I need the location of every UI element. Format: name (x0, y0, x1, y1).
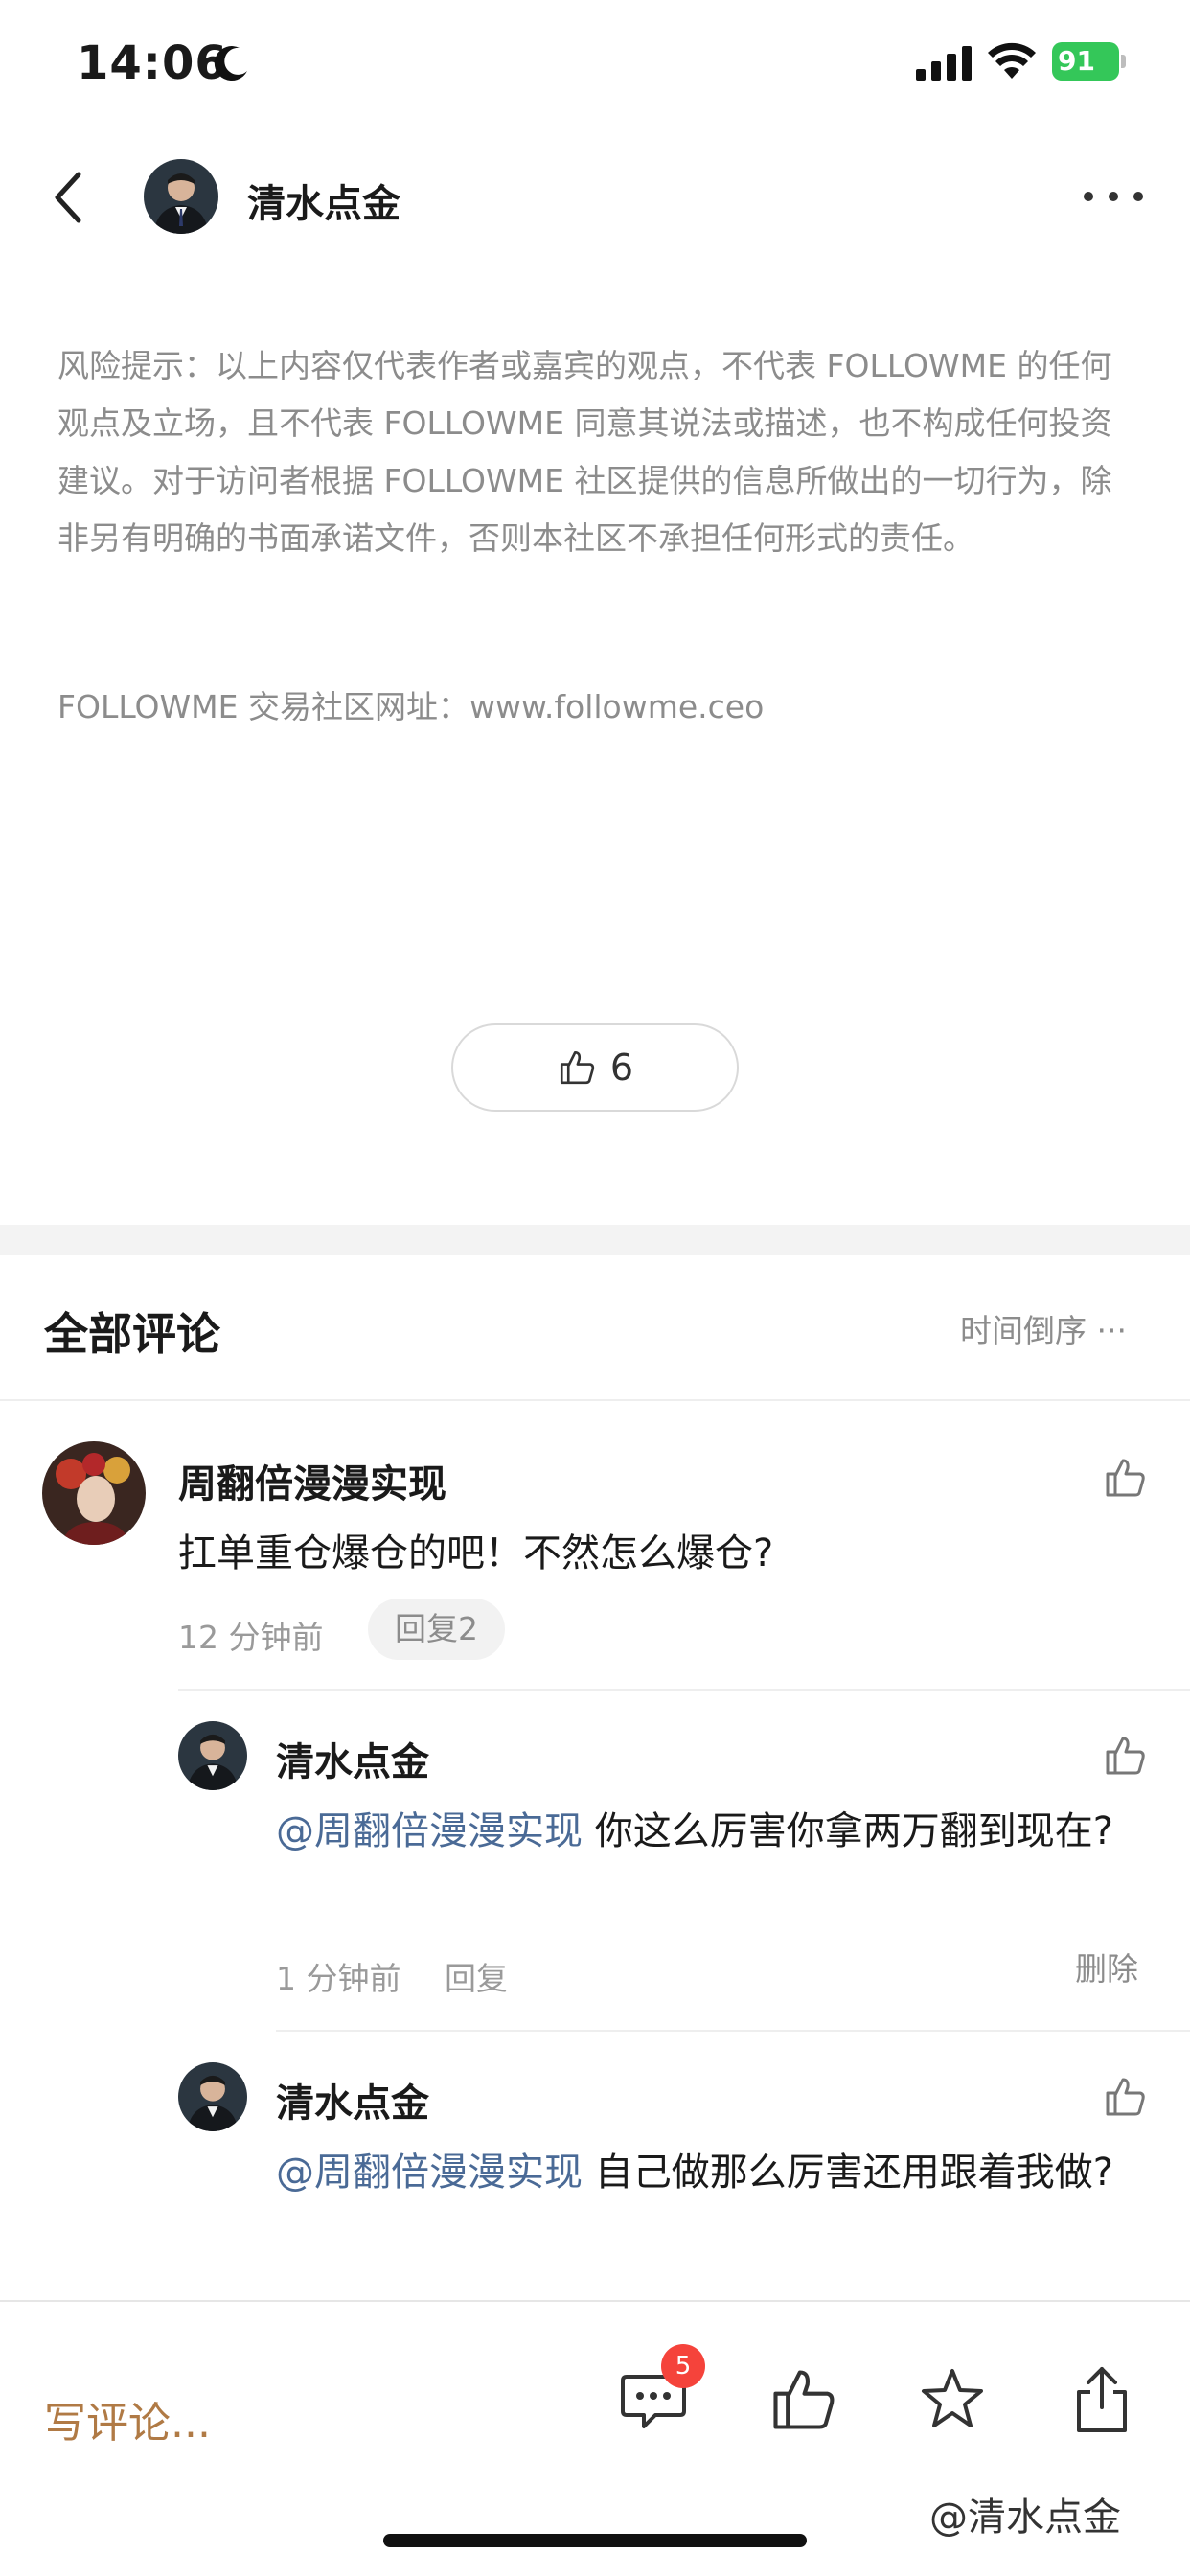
reply-mention[interactable]: @周翻倍漫漫实现 (276, 2150, 583, 2195)
comments-title: 全部评论 (44, 1308, 220, 1360)
comment-time: 12 分钟前 (178, 1619, 324, 1656)
reply-text: @周翻倍漫漫实现 自己做那么厉害还用跟着我做? (276, 2143, 1119, 2202)
comment-count-badge: 5 (661, 2344, 705, 2388)
comment-text: 扛单重仓爆仓的吧！不然怎么爆仓? (178, 1531, 774, 1576)
sort-order-toggle[interactable]: 时间倒序 ··· (960, 1305, 1127, 1351)
article-like-count: 6 (609, 1046, 634, 1089)
commenter-avatar[interactable] (42, 1441, 146, 1545)
comment-like-icon[interactable] (1102, 1455, 1148, 1501)
nav-title[interactable]: 清水点金 (247, 172, 400, 228)
community-url-line: FOLLOWME 交易社区网址：www.followme.ceo (57, 688, 765, 725)
battery-level: 91 (1052, 42, 1119, 80)
reply-text: @周翻倍漫漫实现 你这么厉害你拿两万翻到现在? (276, 1802, 1119, 1861)
status-time: 14:06 (77, 36, 228, 90)
reply-button[interactable]: 回复 (445, 1953, 508, 1999)
comments-header-divider (0, 1399, 1190, 1401)
more-options-icon[interactable] (1077, 172, 1150, 220)
wifi-icon (988, 42, 1036, 79)
reply-like-icon[interactable] (1102, 1733, 1148, 1779)
battery-icon: 91 (1052, 42, 1127, 80)
home-indicator (383, 2534, 807, 2547)
back-arrow-icon[interactable] (42, 169, 100, 226)
delete-button[interactable]: 删除 (1075, 1944, 1138, 1990)
section-divider (0, 1225, 1190, 1255)
reply-divider (178, 1689, 1190, 1690)
author-avatar[interactable] (144, 159, 218, 234)
view-replies-button[interactable]: 回复2 (368, 1598, 505, 1660)
watermark: @清水点金 (929, 2496, 1121, 2540)
reply-avatar[interactable] (178, 2062, 247, 2131)
risk-disclaimer: 风险提示：以上内容仅代表作者或嘉宾的观点，不代表 FOLLOWME 的任何观点及… (57, 347, 1112, 557)
thumbs-up-icon (560, 1050, 595, 1085)
comment-author[interactable]: 周翻倍漫漫实现 (178, 1453, 446, 1508)
share-icon[interactable] (1065, 2363, 1138, 2436)
reply-divider (276, 2030, 1190, 2032)
status-bar: 14:06 91 (0, 0, 1190, 134)
reply-author[interactable]: 清水点金 (276, 2072, 429, 2128)
reply-mention[interactable]: @周翻倍漫漫实现 (276, 1809, 583, 1853)
reply-time: 1 分钟前 (276, 1960, 401, 1997)
moon-icon (214, 46, 247, 81)
reply-like-icon[interactable] (1102, 2074, 1148, 2120)
reply-author[interactable]: 清水点金 (276, 1731, 429, 1786)
write-comment-input[interactable]: 写评论... (44, 2388, 211, 2450)
reply-avatar[interactable] (178, 1721, 247, 1790)
article-like-button[interactable]: 6 (451, 1024, 739, 1112)
thumbs-up-icon[interactable] (767, 2363, 839, 2436)
reply-body: 自己做那么厉害还用跟着我做? (583, 2150, 1113, 2195)
cellular-signal-icon (916, 46, 972, 80)
reply-body: 你这么厉害你拿两万翻到现在? (583, 1809, 1113, 1853)
star-icon[interactable] (916, 2363, 989, 2436)
nav-bar: 清水点金 (0, 134, 1190, 259)
